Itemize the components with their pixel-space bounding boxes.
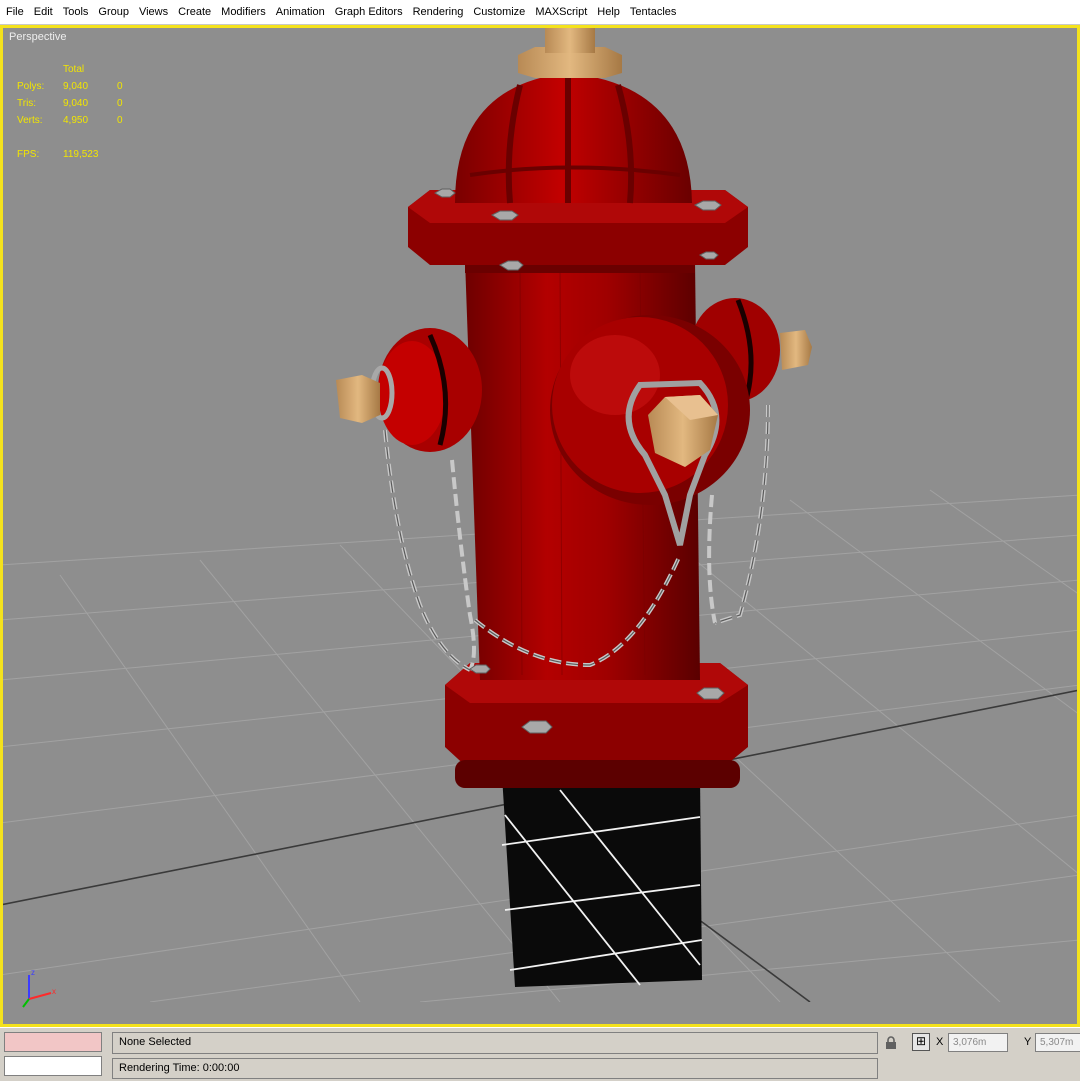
stats-total: 4,950 — [63, 115, 89, 126]
stats-selected: 0 — [117, 115, 123, 126]
menu-tools[interactable]: Tools — [58, 6, 94, 18]
menu-customize[interactable]: Customize — [468, 6, 530, 18]
stats-selected: 0 — [117, 98, 123, 109]
prompt-line: Rendering Time: 0:00:00 — [112, 1058, 878, 1079]
x-coordinate-label: X — [936, 1036, 944, 1048]
menu-file[interactable]: File — [0, 6, 29, 18]
maxscript-listener-macro[interactable] — [4, 1032, 102, 1052]
lock-icon[interactable] — [884, 1036, 898, 1050]
stats-header-total: Total — [63, 64, 85, 75]
hydrant-operating-nut — [518, 28, 622, 78]
x-coordinate-field[interactable] — [948, 1033, 1008, 1052]
stats-label: Polys: — [17, 81, 45, 92]
stats-label: Tris: — [17, 98, 37, 109]
selection-status: None Selected — [112, 1032, 878, 1054]
stats-selected: 0 — [117, 81, 123, 92]
menu-rendering[interactable]: Rendering — [408, 6, 469, 18]
stats-label: Verts: — [17, 115, 43, 126]
hydrant-base — [501, 775, 703, 987]
maxscript-listener-output[interactable] — [4, 1056, 102, 1076]
menu-modifiers[interactable]: Modifiers — [216, 6, 271, 18]
hydrant-dome — [455, 73, 692, 204]
stats-total: 9,040 — [63, 98, 89, 109]
viewport-scene — [3, 28, 1077, 1002]
perspective-viewport[interactable]: Perspective Total Polys: 9,040 0 Tris: 9… — [0, 25, 1080, 1027]
menu-help[interactable]: Help — [592, 6, 625, 18]
absolute-mode-icon[interactable]: ⊞ — [912, 1033, 930, 1051]
menu-maxscript[interactable]: MAXScript — [530, 6, 592, 18]
fps-label: FPS: — [17, 149, 40, 160]
hydrant-left-nozzle — [336, 328, 482, 452]
status-bar: None Selected Rendering Time: 0:00:00 ⊞ … — [0, 1027, 1080, 1081]
menu-views[interactable]: Views — [134, 6, 173, 18]
y-coordinate-label: Y — [1024, 1036, 1032, 1048]
fps-value: 119,523 — [63, 149, 99, 160]
menu-group[interactable]: Group — [93, 6, 134, 18]
hydrant-lower-flange — [445, 663, 748, 788]
menu-edit[interactable]: Edit — [29, 6, 58, 18]
menu-create[interactable]: Create — [173, 6, 216, 18]
svg-text:x: x — [52, 987, 56, 996]
menu-bar: File Edit Tools Group Views Create Modif… — [0, 0, 1080, 25]
axis-tripod-icon: z x — [22, 968, 56, 1008]
stats-total: 9,040 — [63, 81, 89, 92]
menu-animation[interactable]: Animation — [271, 6, 330, 18]
menu-tentacles[interactable]: Tentacles — [625, 6, 681, 18]
y-coordinate-field[interactable] — [1035, 1033, 1080, 1052]
viewport-label[interactable]: Perspective — [9, 31, 66, 43]
svg-text:z: z — [31, 968, 35, 977]
menu-graph-editors[interactable]: Graph Editors — [330, 6, 408, 18]
